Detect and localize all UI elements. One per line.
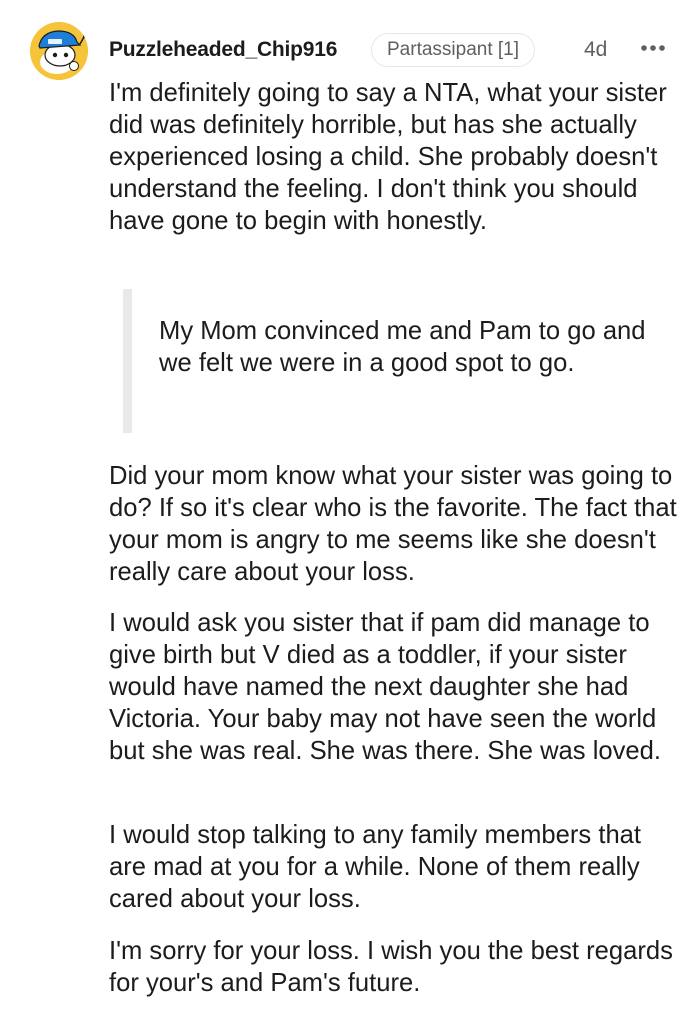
author-username[interactable]: Puzzleheaded_Chip916 [109,38,337,62]
comment-paragraph: Did your mom know what your sister was g… [109,462,677,586]
avatar[interactable] [30,22,88,80]
more-options-button[interactable] [640,34,670,62]
ellipsis-horizontal-icon [641,45,665,51]
comment-paragraph: I would stop talking to any family membe… [109,821,642,913]
comment-timestamp: 4d [584,38,608,61]
comment-paragraph: I'm definitely going to say a NTA, what … [109,79,667,235]
comment-paragraph: I would ask you sister that if pam did m… [109,609,661,765]
comment-paragraph: I'm sorry for your loss. I wish you the … [109,937,673,997]
comment-header: Puzzleheaded_Chip916 Partassipant [1] 4d [30,22,680,82]
blockquote-text: My Mom convinced me and Pam to go and we… [159,317,646,377]
user-flair: Partassipant [1] [371,33,536,67]
snoo-avatar-icon [30,22,88,80]
blockquote-bar [123,289,132,433]
blockquote: My Mom convinced me and Pam to go and we… [123,289,671,433]
